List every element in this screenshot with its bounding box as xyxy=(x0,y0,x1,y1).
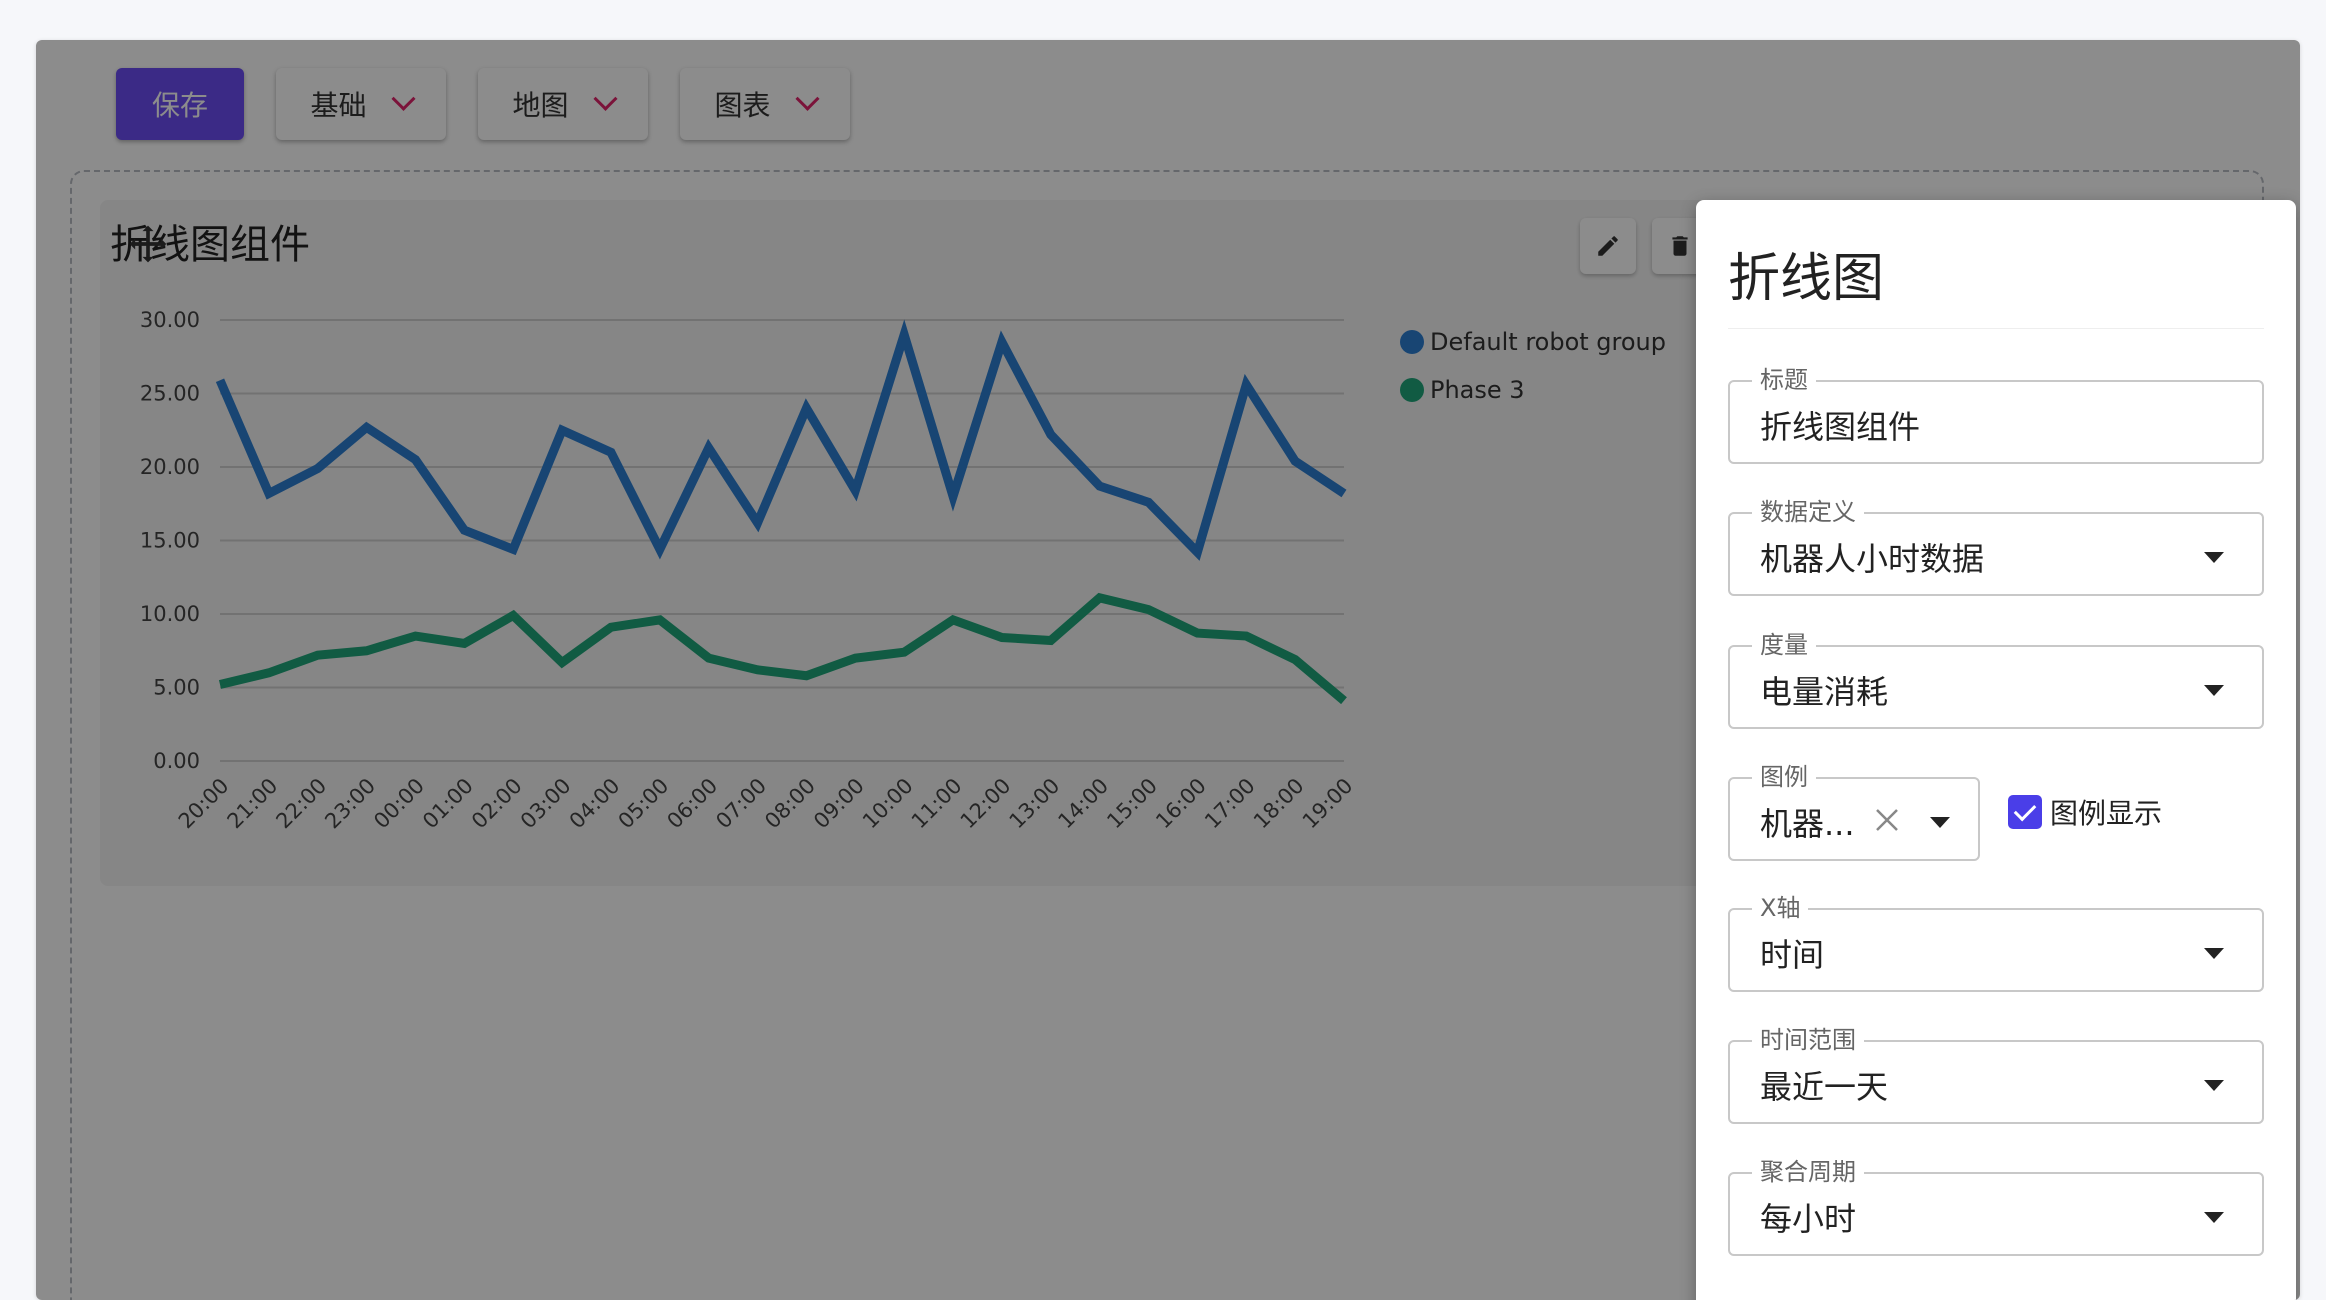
legend-item-default-robot-group[interactable]: Default robot group xyxy=(1400,318,1666,366)
x-tick-label: 21:00 xyxy=(223,774,283,834)
series-line-0 xyxy=(215,319,1347,561)
field-value: 机器人小时数据 xyxy=(1760,540,1985,578)
y-tick-label: 5.00 xyxy=(153,676,200,700)
field-label: 数据定义 xyxy=(1752,498,1864,526)
y-tick-label: 30.00 xyxy=(140,308,200,332)
legend-label: Phase 3 xyxy=(1430,376,1525,404)
x-tick-label: 00:00 xyxy=(369,774,429,834)
panel-title: 折线图 xyxy=(1728,249,1885,309)
legend-dot-icon xyxy=(1400,330,1424,354)
y-tick-label: 25.00 xyxy=(140,382,200,406)
x-tick-label: 06:00 xyxy=(662,774,722,834)
x-tick-label: 20:00 xyxy=(174,774,234,834)
field-label: 时间范围 xyxy=(1752,1026,1864,1054)
x-tick-label: 14:00 xyxy=(1053,774,1113,834)
chevron-down-icon xyxy=(390,86,416,111)
x-tick-label: 05:00 xyxy=(614,774,674,834)
checkbox-label: 图例显示 xyxy=(2050,797,2163,830)
x-tick-label: 17:00 xyxy=(1200,774,1260,834)
data-definition-select[interactable]: 数据定义 机器人小时数据 xyxy=(1728,498,2264,596)
field-value: 折线图组件 xyxy=(1760,408,1921,446)
legend-dot-icon xyxy=(1400,378,1424,402)
x-tick-label: 18:00 xyxy=(1249,774,1309,834)
field-label: 度量 xyxy=(1752,631,1816,659)
legend-item-phase-3[interactable]: Phase 3 xyxy=(1400,366,1666,414)
dropdown-arrow-icon xyxy=(1930,817,1950,828)
legend-display-checkbox[interactable]: 图例显示 xyxy=(2008,792,2162,832)
title-input[interactable]: 标题 折线图组件 xyxy=(1728,366,2264,464)
clear-icon[interactable] xyxy=(1872,805,1902,835)
line-chart-widget[interactable]: 折线图组件 0.00 5.00 10.00 15.00 20.00 25.00 30.00 … xyxy=(100,200,1720,886)
y-tick-label: 20.00 xyxy=(140,455,200,479)
x-tick-label: 01:00 xyxy=(418,774,478,834)
dropdown-arrow-icon xyxy=(2204,552,2224,563)
x-tick-label: 22:00 xyxy=(272,774,332,834)
field-label: 聚合周期 xyxy=(1752,1158,1864,1186)
measure-select[interactable]: 度量 电量消耗 xyxy=(1728,631,2264,729)
x-tick-label: 15:00 xyxy=(1102,774,1162,834)
chart-legend: Default robot group Phase 3 xyxy=(1400,318,1666,414)
map-menu-button[interactable]: 地图 xyxy=(478,68,648,140)
aggregation-period-select[interactable]: 聚合周期 每小时 xyxy=(1728,1158,2264,1256)
save-button[interactable]: 保存 xyxy=(116,68,244,140)
x-tick-label: 10:00 xyxy=(858,774,918,834)
dashboard-editor: 保存 基础 地图 图表 折线图组件 0.00 5.00 10.00 15.00 … xyxy=(36,40,2300,1300)
chart-settings-panel: 折线图 标题 折线图组件 数据定义 机器人小时数据 度量 电量消耗 图例 机器.… xyxy=(1696,200,2296,1300)
chevron-down-icon xyxy=(592,86,618,111)
basic-menu-label: 基础 xyxy=(310,89,367,122)
map-menu-label: 地图 xyxy=(512,89,569,122)
field-value: 每小时 xyxy=(1760,1200,1857,1238)
field-value: 最近一天 xyxy=(1760,1068,1889,1106)
chart-menu-label: 图表 xyxy=(714,89,771,122)
checkbox-checked-icon[interactable] xyxy=(2008,795,2042,829)
dropdown-arrow-icon xyxy=(2204,948,2224,959)
x-tick-label: 02:00 xyxy=(467,774,527,834)
x-tick-label: 03:00 xyxy=(516,774,576,834)
y-tick-label: 0.00 xyxy=(153,749,200,773)
x-tick-label: 13:00 xyxy=(1005,774,1065,834)
x-tick-label: 23:00 xyxy=(320,774,380,834)
dropdown-arrow-icon xyxy=(2204,1080,2224,1091)
field-label: X轴 xyxy=(1752,894,1809,922)
x-axis-select[interactable]: X轴 时间 xyxy=(1728,894,2264,992)
y-tick-label: 10.00 xyxy=(140,602,200,626)
legend-select[interactable]: 图例 机器... xyxy=(1728,763,1980,861)
dropdown-arrow-icon xyxy=(2204,685,2224,696)
time-range-select[interactable]: 时间范围 最近一天 xyxy=(1728,1026,2264,1124)
chart-menu-button[interactable]: 图表 xyxy=(680,68,850,140)
x-tick-label: 07:00 xyxy=(711,774,771,834)
x-tick-label: 11:00 xyxy=(907,774,967,834)
field-label: 标题 xyxy=(1752,366,1816,394)
x-tick-label: 19:00 xyxy=(1298,774,1358,834)
line-chart: 0.005.0010.0015.0020.0025.0030.00 20:002… xyxy=(140,308,1358,834)
x-tick-label: 09:00 xyxy=(809,774,869,834)
field-value: 时间 xyxy=(1760,936,1825,974)
x-tick-label: 04:00 xyxy=(565,774,625,834)
divider xyxy=(1728,328,2264,329)
x-tick-label: 08:00 xyxy=(760,774,820,834)
x-tick-label: 16:00 xyxy=(1151,774,1211,834)
field-value: 电量消耗 xyxy=(1760,673,1889,711)
chevron-down-icon xyxy=(794,86,820,111)
field-label: 图例 xyxy=(1752,763,1816,791)
y-tick-label: 15.00 xyxy=(140,529,200,553)
legend-label: Default robot group xyxy=(1430,328,1667,356)
field-value: 机器... xyxy=(1760,805,1855,843)
basic-menu-button[interactable]: 基础 xyxy=(276,68,446,140)
x-tick-label: 12:00 xyxy=(956,774,1016,834)
dropdown-arrow-icon xyxy=(2204,1212,2224,1223)
